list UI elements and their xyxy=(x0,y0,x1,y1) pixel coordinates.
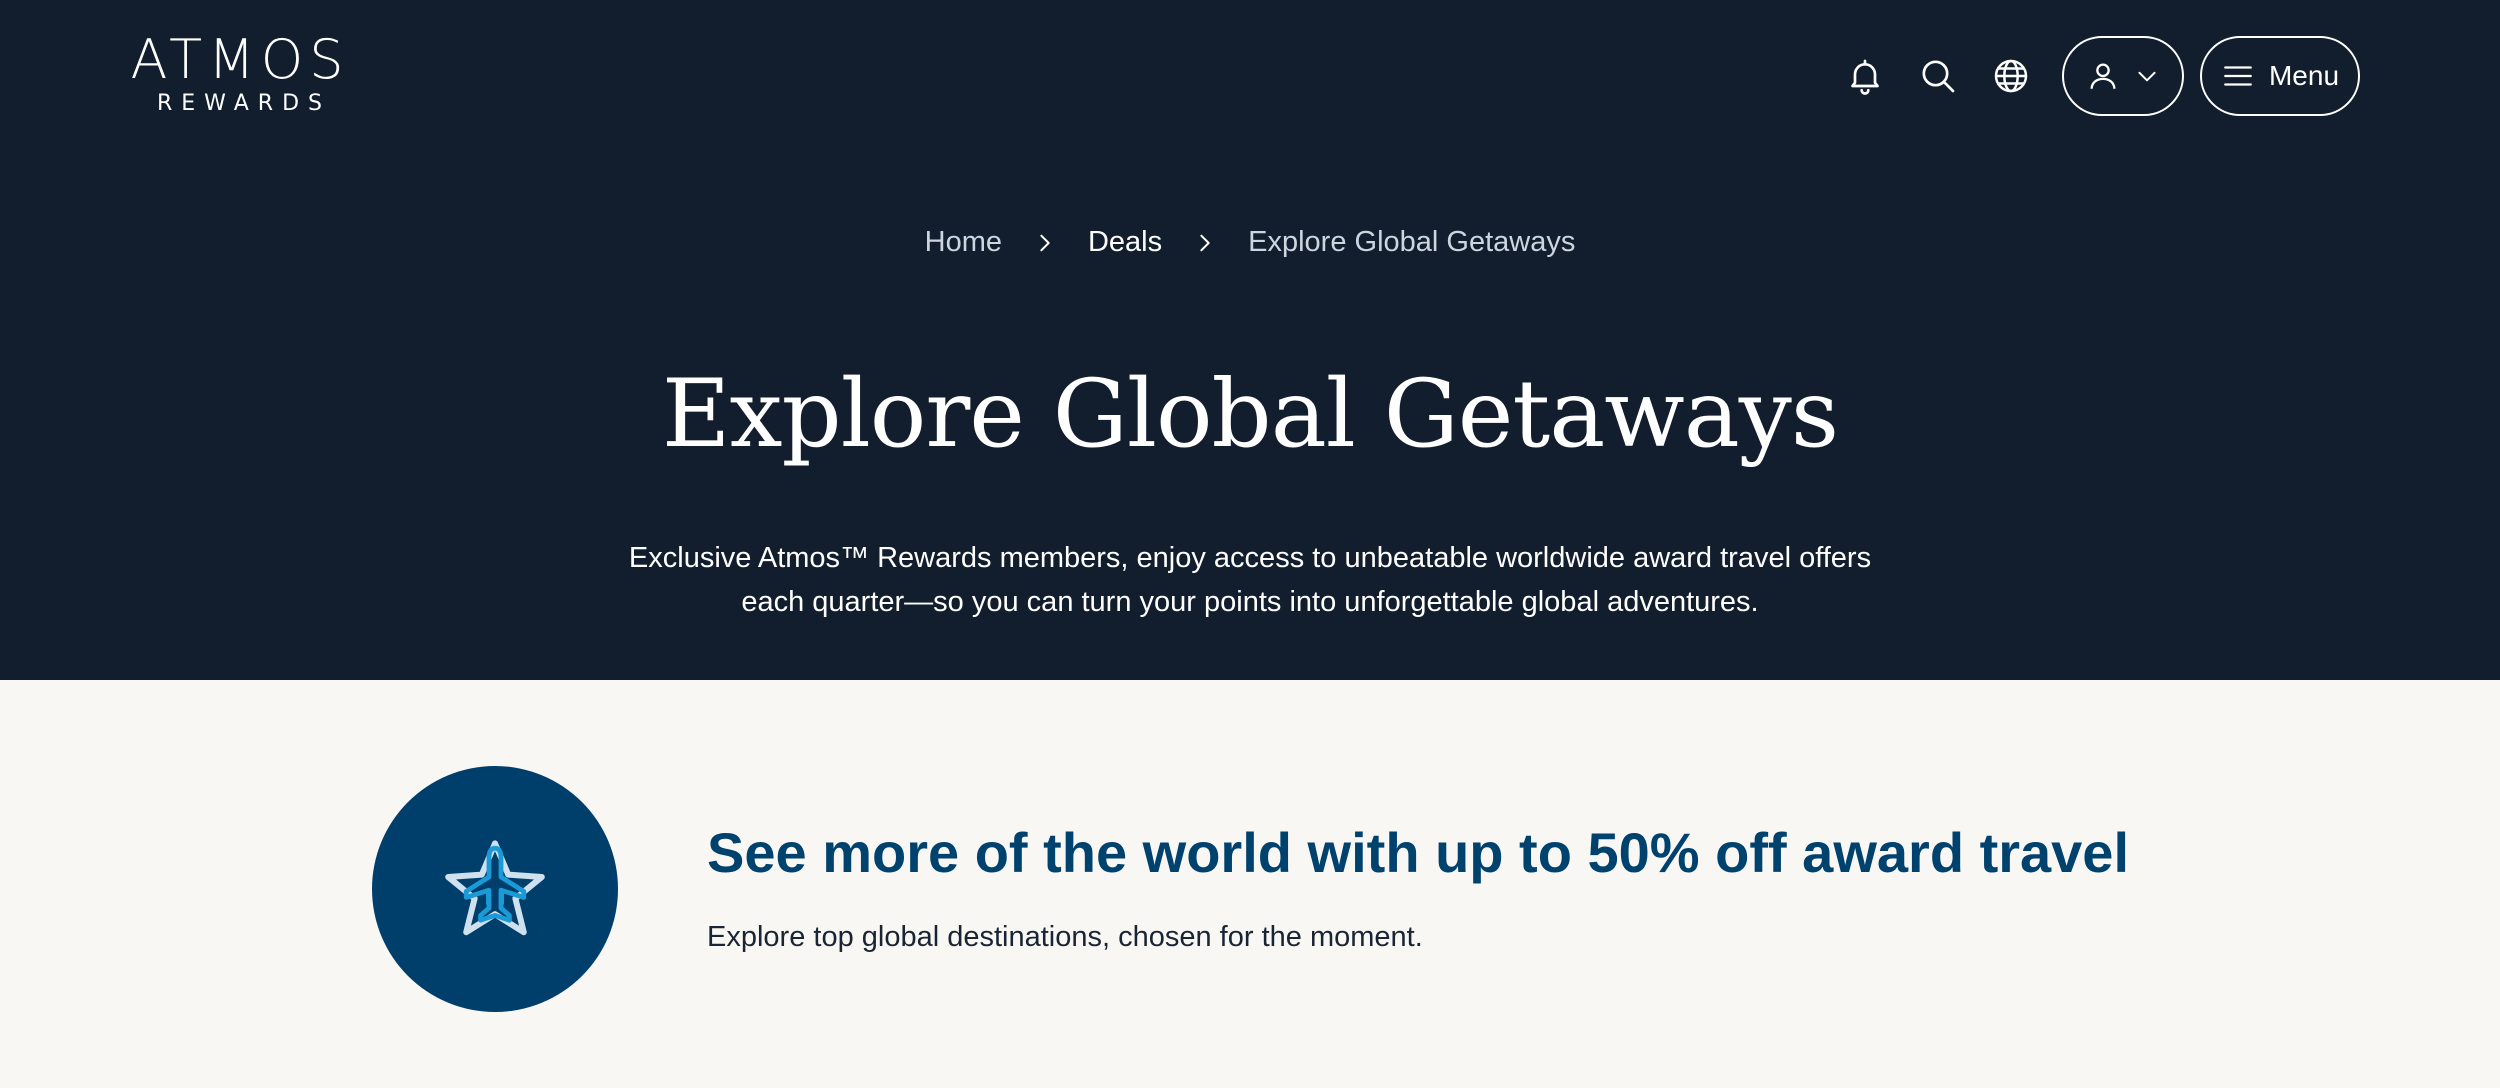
chevron-right-icon xyxy=(1030,228,1060,258)
breadcrumb: Home Deals Explore Global Getaways xyxy=(0,226,2500,259)
user-icon xyxy=(2090,63,2116,89)
search-icon[interactable] xyxy=(1914,52,1962,100)
menu-label: Menu xyxy=(2268,60,2340,91)
page-title: Explore Global Getaways xyxy=(661,360,1839,469)
breadcrumb-deals[interactable]: Deals xyxy=(1088,226,1162,259)
globe-icon[interactable] xyxy=(1987,52,2035,100)
promo-title: See more of the world with up to 50% off… xyxy=(707,821,2130,884)
menu-button[interactable]: Menu xyxy=(2200,36,2360,116)
logo-sub-text: REWARDS xyxy=(157,91,331,116)
chevron-right-icon xyxy=(1190,228,1220,258)
hero-description-line1: Exclusive Atmos™ Rewards members, enjoy … xyxy=(628,542,1872,574)
account-menu-button[interactable] xyxy=(2062,36,2184,116)
promo-badge xyxy=(372,766,618,1012)
hero-description: Exclusive Atmos™ Rewards members, enjoy … xyxy=(0,536,2500,624)
chevron-down-icon xyxy=(2138,71,2156,82)
breadcrumb-current: Explore Global Getaways xyxy=(1248,226,1576,258)
promo-subtitle: Explore top global destinations, chosen … xyxy=(707,921,1423,953)
logo-main-text: ATMOS xyxy=(130,28,350,91)
star-plane-icon xyxy=(445,840,545,936)
bell-icon[interactable] xyxy=(1841,52,1889,100)
breadcrumb-home[interactable]: Home xyxy=(925,226,1002,259)
atmos-rewards-logo[interactable]: ATMOS REWARDS xyxy=(130,30,350,118)
hamburger-icon xyxy=(2224,66,2252,86)
hero-section: ATMOS REWARDS Menu Home Deals Explore Gl… xyxy=(0,0,2500,680)
hero-description-line2: each quarter—so you can turn your points… xyxy=(741,586,1759,618)
